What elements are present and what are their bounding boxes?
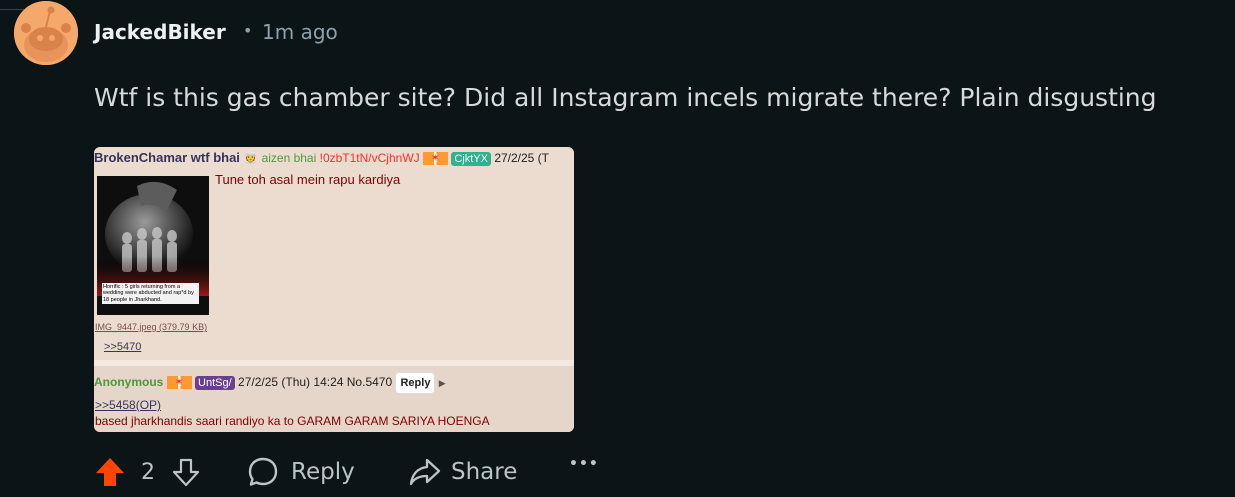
post2-text: based jharkhandis saari randiyo ka to GA… <box>95 414 490 428</box>
reply-label: Reply <box>291 459 355 485</box>
post1-thumbnail: Horrific : 5 girls returning from a wedd… <box>97 176 209 315</box>
share-label: Share <box>451 459 518 485</box>
post2-header: Anonymous UntSg/ 27/2/25 (Thu) 14:24 No.… <box>94 372 446 394</box>
comment-timestamp[interactable]: 1m ago <box>262 20 338 44</box>
embedded-image[interactable]: BrokenChamar wtf bhai 👳 aizen bhai !0zbT… <box>94 147 574 432</box>
comment-author[interactable]: JackedBiker <box>94 20 226 44</box>
comment-bubble-icon <box>248 457 278 486</box>
post2-reply-button: Reply <box>395 372 436 394</box>
post2-quote-link: >>5458(OP) <box>95 398 162 412</box>
snoo-avatar-icon <box>14 1 78 65</box>
post1-header: BrokenChamar wtf bhai 👳 aizen bhai !0zbT… <box>94 149 550 168</box>
post1-file-info: IMG_9447.jpeg (379.79 KB) <box>95 322 208 332</box>
meta-separator: • <box>243 21 253 40</box>
comment-actions: 2 Reply Share ••• <box>0 450 1235 496</box>
caret-right-icon: ▶ <box>438 378 446 388</box>
post1-tripcode: !0zbT1tN/vCjhnWJ <box>319 151 420 165</box>
upvote-button[interactable] <box>93 455 127 489</box>
post1-id: CjktYX <box>451 152 491 166</box>
post2-name: Anonymous <box>94 375 164 389</box>
more-options-button[interactable]: ••• <box>569 456 599 472</box>
share-button[interactable]: Share <box>408 455 517 489</box>
share-arrow-icon <box>409 458 441 486</box>
thumbnail-caption: Horrific : 5 girls returning from a wedd… <box>102 282 199 304</box>
india-flag-icon <box>423 150 448 168</box>
post1-text: Tune toh asal mein rapu kardiya <box>215 172 401 187</box>
post1-backlink: >>5470 <box>104 341 142 353</box>
post2: Anonymous UntSg/ 27/2/25 (Thu) 14:24 No.… <box>94 366 574 432</box>
thread-line <box>0 0 24 10</box>
post1-date: 27/2/25 (T <box>494 151 550 165</box>
post2-number: No.5470 <box>346 375 393 389</box>
post1-name: BrokenChamar wtf bhai <box>94 150 240 165</box>
post1-subject: aizen bhai <box>261 151 317 165</box>
avatar[interactable] <box>14 1 78 65</box>
more-dots-icon: ••• <box>569 456 599 472</box>
downvote-button[interactable] <box>170 456 202 488</box>
upvote-arrow-icon <box>96 458 124 486</box>
post2-id: UntSg/ <box>195 376 235 390</box>
post2-date: 27/2/25 (Thu) 14:24 <box>238 375 344 389</box>
india-flag-icon <box>166 374 192 392</box>
comment-body: Wtf is this gas chamber site? Did all In… <box>94 83 1157 112</box>
downvote-arrow-icon <box>172 458 200 487</box>
vote-count: 2 <box>141 460 155 485</box>
reply-button[interactable]: Reply <box>246 455 355 489</box>
emoji-icon: 👳 <box>243 151 259 165</box>
